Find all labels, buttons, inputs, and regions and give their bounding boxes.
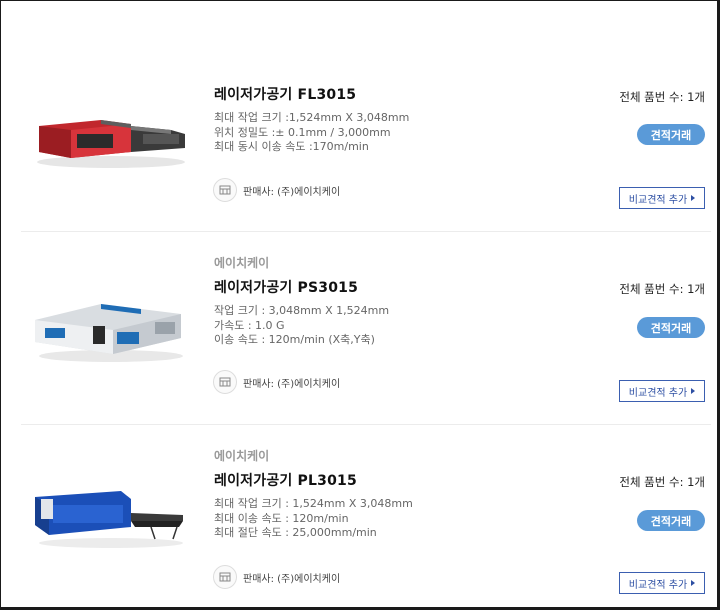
product-specs: 최대 작업 크기 : 1,524mm X 3,048mm 최대 이송 속도 : … (214, 497, 413, 541)
product-card: 레이저가공기 FL3015 최대 작업 크기 :1,524mm X 3,048m… (21, 1, 711, 232)
seller-name: 판매사: (주)에이치케이 (243, 573, 341, 585)
seller-info: 판매사: (주)에이치케이 (213, 370, 340, 394)
triangle-right-icon (691, 388, 696, 394)
store-icon (213, 178, 237, 202)
spec-line: 최대 이송 속도 : 120m/min (214, 511, 349, 525)
add-compare-button[interactable]: 비교견적 추가 (619, 380, 705, 402)
item-count: 전체 품번 수: 1개 (619, 90, 705, 104)
spec-line: 작업 크기 : 3,048mm X 1,524mm (214, 304, 390, 317)
triangle-right-icon (691, 580, 696, 586)
add-compare-label: 비교견적 추가 (628, 194, 688, 206)
product-title[interactable]: 레이저가공기 PL3015 (214, 470, 357, 490)
product-specs: 작업 크기 : 3,048mm X 1,524mm 가속도 : 1.0 G 이송… (214, 304, 389, 348)
store-icon (213, 370, 237, 394)
add-compare-button[interactable]: 비교견적 추가 (619, 572, 705, 594)
spec-line: 최대 절단 속도 : 25,000mm/min (214, 526, 377, 539)
product-specs: 최대 작업 크기 :1,524mm X 3,048mm 위치 정밀도 :± 0.… (214, 111, 409, 155)
spec-line: 가속도 : 1.0 G (214, 318, 285, 332)
quote-button[interactable]: 견적거래 (637, 124, 705, 145)
add-compare-button[interactable]: 비교견적 추가 (619, 187, 705, 209)
seller-info: 판매사: (주)에이치케이 (213, 565, 340, 589)
item-count: 전체 품번 수: 1개 (619, 475, 705, 489)
triangle-right-icon (691, 195, 696, 201)
laser-cutter-blue-image[interactable] (31, 477, 189, 553)
spec-line: 최대 작업 크기 :1,524mm X 3,048mm (214, 111, 410, 124)
maker-name: 에이치케이 (214, 256, 270, 270)
maker-name: 에이치케이 (214, 449, 270, 463)
product-card: 에이치케이 레이저가공기 PL3015 최대 작업 크기 : 1,524mm X… (21, 425, 711, 607)
seller-info: 판매사: (주)에이치케이 (213, 178, 340, 202)
spec-line: 이송 속도 : 120m/min (X축,Y축) (214, 333, 375, 346)
spec-line: 위치 정밀도 :± 0.1mm / 3,000mm (214, 125, 391, 139)
item-count: 전체 품번 수: 1개 (619, 282, 705, 296)
product-card: 에이치케이 레이저가공기 PS3015 작업 크기 : 3,048mm X 1,… (21, 232, 711, 425)
store-icon (213, 565, 237, 589)
quote-button[interactable]: 견적거래 (637, 510, 705, 531)
seller-name: 판매사: (주)에이치케이 (243, 378, 341, 390)
laser-cutter-white-image[interactable] (31, 292, 189, 368)
add-compare-label: 비교견적 추가 (628, 579, 688, 591)
seller-name: 판매사: (주)에이치케이 (243, 186, 341, 198)
product-title[interactable]: 레이저가공기 FL3015 (214, 84, 356, 104)
spec-line: 최대 동시 이송 속도 :170m/min (214, 140, 369, 153)
add-compare-label: 비교견적 추가 (628, 387, 688, 399)
quote-button[interactable]: 견적거래 (637, 317, 705, 338)
laser-cutter-red-image[interactable] (31, 104, 189, 180)
product-title[interactable]: 레이저가공기 PS3015 (214, 277, 358, 297)
spec-line: 최대 작업 크기 : 1,524mm X 3,048mm (214, 497, 413, 510)
product-list-window: 레이저가공기 FL3015 최대 작업 크기 :1,524mm X 3,048m… (0, 0, 720, 610)
